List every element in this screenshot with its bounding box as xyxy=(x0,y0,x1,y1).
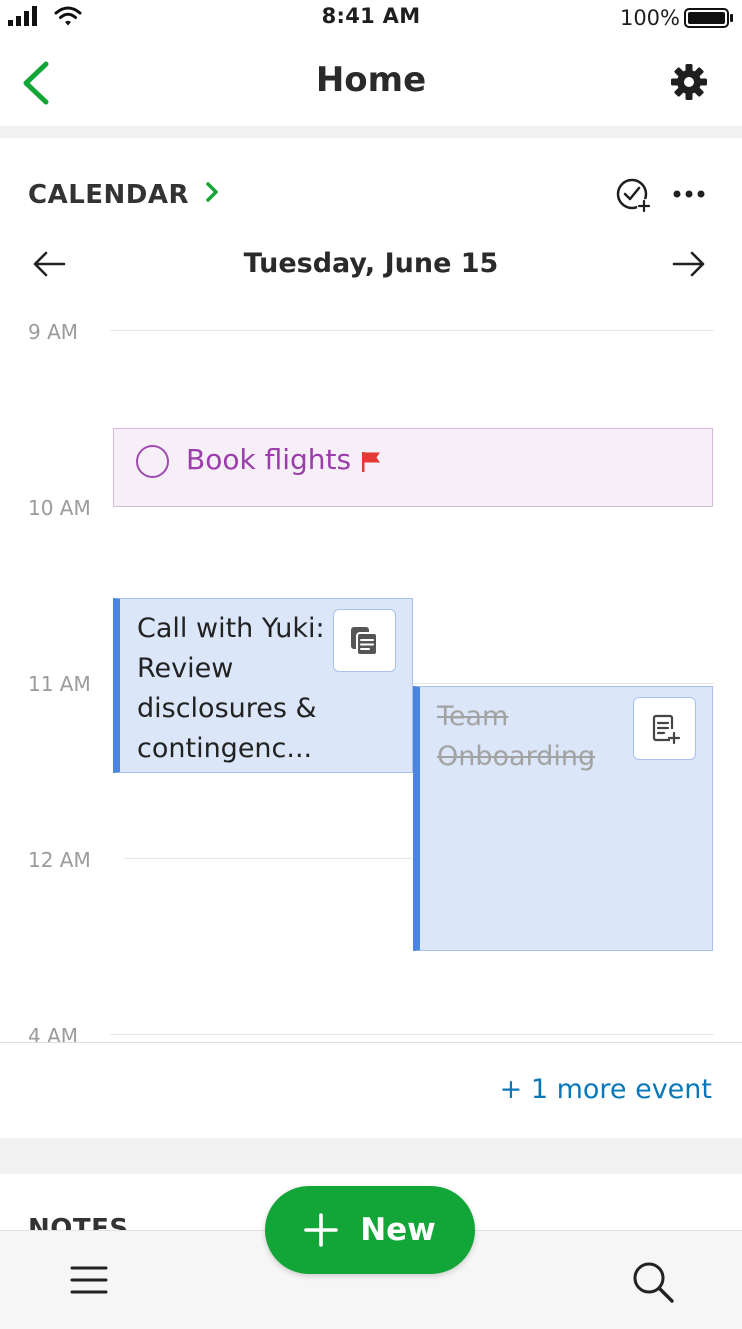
hour-gridline xyxy=(110,1034,714,1035)
flag-icon xyxy=(361,451,383,477)
hour-gridline xyxy=(124,858,414,859)
date-navigator: Tuesday, June 15 xyxy=(0,240,742,290)
current-date-label: Tuesday, June 15 xyxy=(243,248,499,279)
calendar-section-header[interactable]: CALENDAR xyxy=(28,180,219,210)
new-note-button[interactable]: New xyxy=(265,1186,475,1274)
hour-label: 9 AM xyxy=(28,320,79,344)
arrow-right-icon[interactable] xyxy=(672,250,706,282)
event-title: Call with Yuki: Review disclosures & con… xyxy=(137,613,325,764)
hour-label: 11 AM xyxy=(28,672,91,696)
chevron-right-icon xyxy=(205,180,219,210)
section-divider xyxy=(0,1138,742,1174)
task-block[interactable]: Book flights xyxy=(113,428,713,507)
gear-icon[interactable] xyxy=(670,63,708,105)
section-divider xyxy=(0,126,742,138)
page-title: Home xyxy=(315,60,427,100)
day-timeline[interactable]: 9 AM 10 AM 11 AM 12 AM 4 AM Book flights… xyxy=(0,316,742,1044)
navigation-bar: Home xyxy=(0,40,742,126)
task-title: Book flights xyxy=(186,443,352,476)
task-complete-checkbox[interactable] xyxy=(136,445,169,478)
plus-icon xyxy=(304,1213,338,1247)
hour-gridline xyxy=(413,683,714,684)
timeline-bottom-border xyxy=(0,1042,742,1043)
hour-label: 10 AM xyxy=(28,496,91,520)
event-title: Team Onboarding xyxy=(437,701,596,772)
hour-label: 12 AM xyxy=(28,848,91,872)
add-note-button[interactable] xyxy=(633,697,696,760)
linked-notes-button[interactable] xyxy=(333,609,396,672)
hour-gridline xyxy=(110,330,714,331)
calendar-header-label: CALENDAR xyxy=(28,180,190,210)
note-add-icon xyxy=(649,713,681,745)
calendar-event-block[interactable]: Call with Yuki: Review disclosures & con… xyxy=(113,598,413,773)
battery-icon xyxy=(684,8,734,32)
hamburger-menu-icon[interactable] xyxy=(70,1265,108,1299)
notes-stack-icon xyxy=(349,625,381,657)
more-options-icon[interactable] xyxy=(672,186,706,206)
search-icon[interactable] xyxy=(630,1259,676,1309)
add-task-check-icon[interactable] xyxy=(614,176,654,220)
status-bar: 8:41 AM 100% xyxy=(0,0,742,38)
battery-percentage: 100% xyxy=(619,6,680,30)
new-button-label: New xyxy=(360,1212,436,1248)
hour-label: 4 AM xyxy=(28,1024,79,1044)
calendar-event-block[interactable]: Team Onboarding xyxy=(413,686,713,951)
more-events-link[interactable]: + 1 more event xyxy=(500,1074,712,1105)
